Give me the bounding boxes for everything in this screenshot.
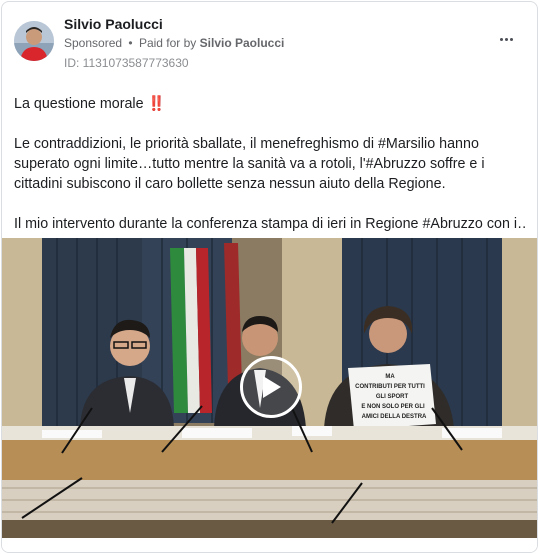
author-avatar[interactable] [14,21,54,61]
sign-line: E NON SOLO PER GLI [361,404,425,410]
author-name[interactable]: Silvio Paolucci [64,16,163,32]
payer-name: Silvio Paolucci [199,36,285,50]
post-text: La questione morale ‼️ Le contraddizioni… [14,94,526,234]
separator-dot: • [128,36,133,50]
post-header: Silvio Paolucci Sponsored • Paid for by … [2,2,537,82]
paid-for-prefix: Paid for by [138,36,197,50]
sign-line: AMICI DELLA DESTRA [362,414,427,420]
protest-sign: MA CONTRIBUTI PER TUTTI GLI SPORT E NON … [348,364,436,430]
avatar-image [14,21,54,61]
sign-line: GLI SPORT [376,394,409,400]
post-text-line: superato ogni limite…tutto mentre la san… [14,156,485,172]
ad-card: Silvio Paolucci Sponsored • Paid for by … [1,1,538,553]
sign-line: CONTRIBUTI PER TUTTI [355,384,425,390]
post-text-line: Le contraddizioni, le priorità sballate,… [14,136,479,152]
more-horizontal-icon [499,37,513,41]
video-player[interactable]: MA CONTRIBUTI PER TUTTI GLI SPORT E NON … [2,238,537,538]
card-footer [2,538,537,552]
post-text-line: cittadini subiscono il caro bollette sen… [14,176,446,192]
more-options-button[interactable] [497,32,515,46]
post-text-line: La questione morale ‼️ [14,96,166,112]
sponsored-label: Sponsored [64,36,123,50]
play-icon [263,376,281,398]
sign-line: MA [385,374,395,380]
sponsor-line: Sponsored • Paid for by Silvio Paolucci [64,36,284,50]
ad-id: ID: 1131073587773630 [64,56,189,70]
play-button[interactable] [240,356,302,418]
post-text-line[interactable]: Il mio intervento durante la conferenza … [14,214,526,234]
